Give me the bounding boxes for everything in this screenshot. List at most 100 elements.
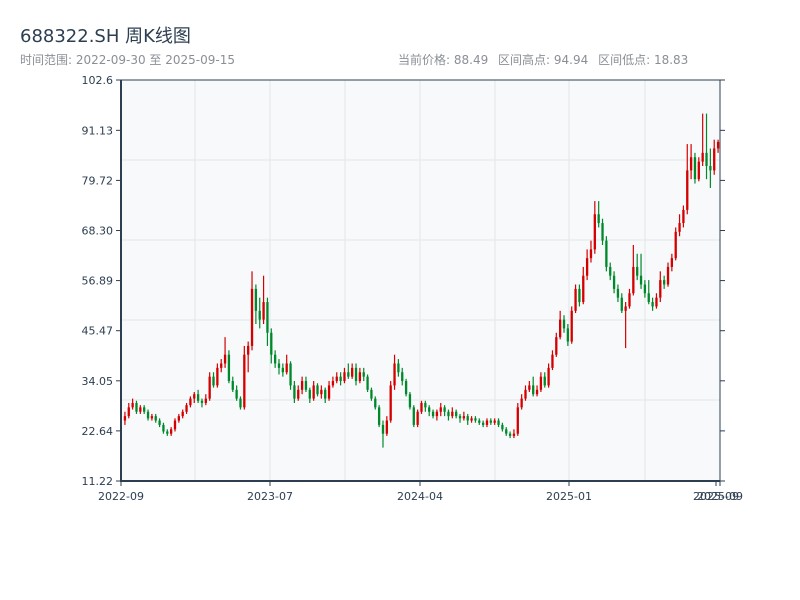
candle-body [585, 258, 589, 276]
candle-body [181, 411, 184, 417]
candle-body [428, 407, 431, 412]
candle-body [208, 376, 211, 399]
candle-body [489, 420, 492, 423]
candle-body [539, 376, 543, 390]
candle-body [716, 141, 720, 149]
candle-body [335, 376, 338, 382]
candle-body [223, 354, 227, 364]
candle-body [566, 328, 570, 342]
candle-body [381, 424, 385, 434]
candle-body [270, 332, 273, 355]
candle [389, 381, 392, 423]
candle-body [200, 400, 204, 403]
candle-body [397, 363, 400, 373]
candle-body [651, 302, 654, 307]
candle-body [220, 363, 223, 368]
candle-body [362, 372, 365, 377]
candle-body [327, 385, 331, 399]
candle-body [609, 266, 612, 276]
candle-body [562, 319, 566, 329]
candle [408, 392, 412, 410]
candle-body [485, 420, 489, 425]
candle-body [555, 337, 558, 355]
candle-body [250, 288, 254, 346]
candle-body [262, 302, 265, 320]
candle-body [324, 389, 327, 399]
x-tick-label: 2022-09 [98, 490, 144, 503]
candle-body [135, 402, 138, 412]
candle-body [139, 407, 142, 412]
candle-body [404, 381, 408, 395]
candle-body [416, 411, 419, 425]
candle-body [435, 411, 439, 417]
y-tick-label: 34.05 [82, 375, 114, 388]
candle [605, 236, 608, 272]
candle-body [682, 209, 685, 224]
candle-body [524, 389, 527, 399]
candle-body [393, 363, 396, 386]
candle-body [297, 389, 300, 399]
candle-body [424, 402, 427, 408]
candle-body [481, 422, 485, 425]
candle-body [543, 376, 546, 386]
candle [674, 227, 677, 261]
candle [366, 374, 369, 393]
candle [516, 402, 519, 436]
candle-body [254, 288, 258, 311]
candle [243, 345, 246, 410]
candle-body [420, 402, 423, 412]
candle-body [674, 231, 677, 259]
candle-body [216, 367, 219, 386]
candle-body [455, 411, 458, 417]
candle-body [320, 389, 323, 395]
candle-body [331, 381, 335, 386]
candle-body [493, 420, 496, 423]
candle-body [624, 306, 627, 311]
candle-body [616, 288, 620, 298]
candle-body [258, 310, 261, 320]
candle-body [431, 411, 435, 417]
candle-body [289, 363, 292, 386]
candle-body [497, 420, 500, 425]
candle-body [243, 354, 246, 408]
y-tick-label: 45.47 [82, 325, 114, 338]
y-tick-label: 11.22 [82, 475, 114, 488]
candle-body [166, 431, 169, 434]
x-tick-label: 2025-01 [546, 490, 592, 503]
candle-body [162, 424, 165, 432]
candle-body [193, 394, 196, 399]
candle-body [451, 411, 454, 417]
candle-body [439, 407, 442, 412]
candle-body [713, 148, 716, 171]
candle-body [662, 280, 666, 285]
candle-body [528, 385, 531, 390]
candle [404, 378, 408, 397]
candle-body [293, 385, 296, 399]
candle-body [374, 398, 377, 408]
candle-body [570, 310, 573, 342]
candle-body [693, 157, 697, 180]
candle-body [605, 240, 608, 267]
candle [377, 405, 381, 428]
y-tick-label: 102.6 [82, 74, 114, 87]
candle-body [150, 416, 154, 419]
candle-body [505, 429, 508, 434]
candle-body [597, 214, 600, 224]
candle-body [347, 372, 350, 377]
candle [693, 152, 697, 184]
candle-body [177, 416, 181, 421]
candle-body [559, 319, 562, 338]
candle-body [285, 363, 288, 373]
candle-body [628, 293, 631, 307]
candle-body [639, 275, 643, 285]
candle-body [196, 394, 200, 401]
candle-body [612, 275, 616, 289]
x-tick-label: 2023-07 [247, 490, 293, 503]
candle-body [474, 418, 477, 421]
candlestick-chart: 102.6 91.13 79.72 68.30 56.89 45.47 34.05 22.64… [82, 74, 743, 503]
candle-body [389, 385, 392, 421]
candle [412, 405, 415, 428]
candle-body [705, 152, 708, 167]
candle-body [408, 394, 412, 408]
candle-body [412, 407, 415, 425]
